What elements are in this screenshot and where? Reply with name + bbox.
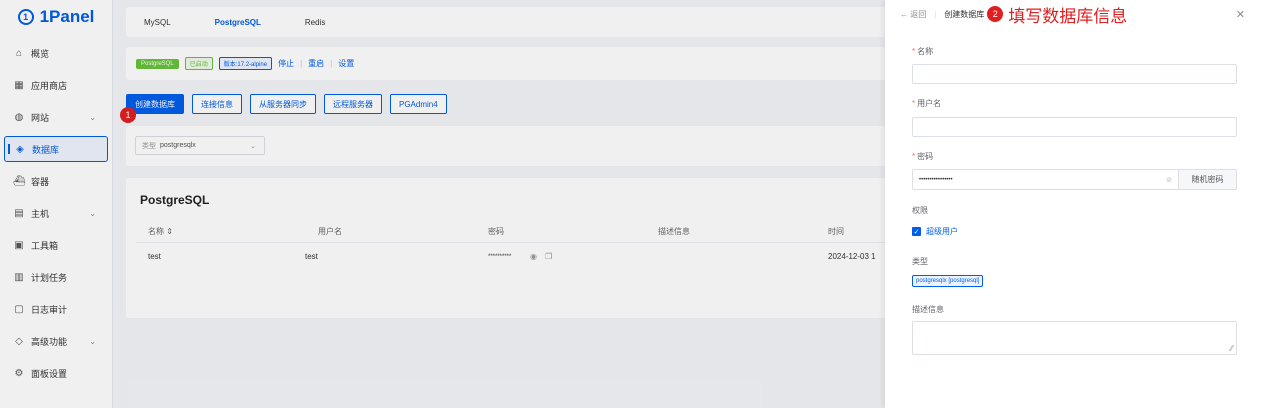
step-marker-2: 2 [987,6,1004,22]
drawer-title: 创建数据库 [944,9,985,19]
type-label: 类型 [912,257,928,266]
divider: | [934,9,937,19]
eye-slash-icon[interactable]: ⊘ [1166,176,1172,184]
create-database-drawer: ← 返回 | 创建数据库 2 填写数据库信息 ✕ * 名称 * 用户名 * 密码 ••… [885,0,1261,408]
annotation-text: 填写数据库信息 [1008,6,1128,26]
drawer-header: ← 返回 | 创建数据库 2 填写数据库信息 ✕ [885,0,1261,28]
username-input[interactable] [912,117,1237,137]
superuser-label: 超级用户 [926,227,958,236]
resize-handle-icon[interactable]: ⁄⁄ [1230,344,1233,353]
username-label: * 用户名 [912,99,942,108]
back-label: 返回 [910,9,927,19]
close-icon[interactable]: ✕ [1236,8,1245,21]
type-tag: postgresqlx [postgresql] [912,275,984,287]
password-field: •••••••••••••••• ⊘ 随机密码 [912,169,1237,190]
name-label: * 名称 [912,47,934,56]
permission-label: 权限 [912,206,928,215]
random-password-button[interactable]: 随机密码 [1178,169,1237,190]
description-label: 描述信息 [912,305,944,314]
name-input[interactable] [912,64,1237,84]
password-input[interactable]: •••••••••••••••• ⊘ [912,169,1178,190]
superuser-checkbox[interactable]: ✓ 超级用户 [912,226,958,237]
back-button[interactable]: ← 返回 [900,9,926,20]
password-label: * 密码 [912,152,934,161]
password-value: •••••••••••••••• [919,176,953,183]
description-textarea[interactable]: ⁄⁄ [912,321,1237,355]
check-icon: ✓ [912,227,921,236]
